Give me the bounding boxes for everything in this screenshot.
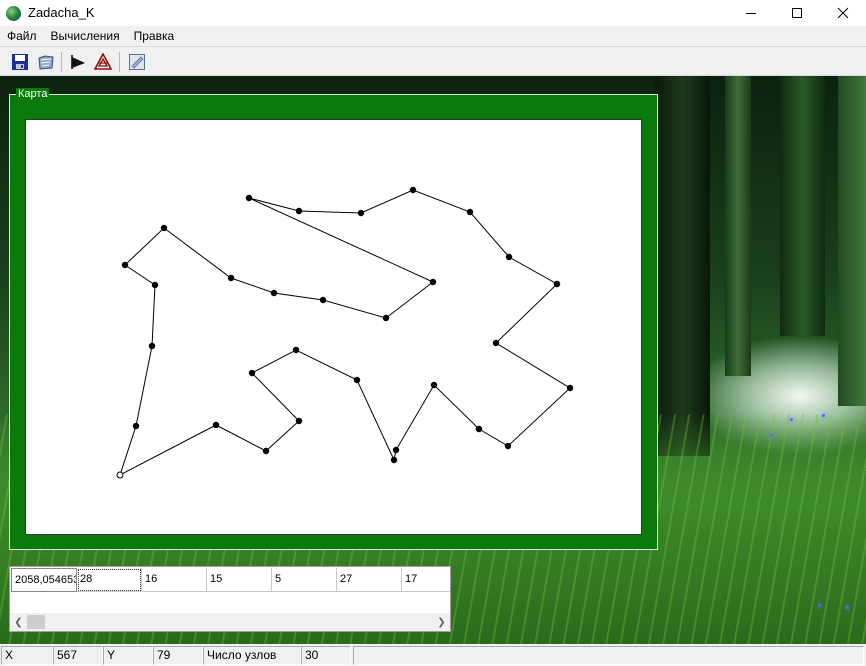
grid-cell[interactable]: 5 <box>272 568 337 592</box>
status-bar: X 567 Y 79 Число узлов 30 <box>0 644 866 666</box>
graph-node[interactable] <box>566 384 574 392</box>
clear-button[interactable] <box>126 51 148 73</box>
graph-node[interactable] <box>270 289 278 297</box>
route-line <box>119 189 571 477</box>
grid-cell[interactable]: 17 <box>402 568 450 592</box>
scroll-left-icon[interactable]: ❮ <box>10 613 27 631</box>
menu-edit[interactable]: Правка <box>127 26 182 46</box>
graph-node[interactable] <box>409 186 417 194</box>
graph-node[interactable] <box>504 442 512 450</box>
graph-node[interactable] <box>132 422 140 430</box>
menu-file[interactable]: Файл <box>0 26 44 46</box>
menu-bar: Файл Вычисления Правка <box>0 26 866 46</box>
map-panel: Карта <box>9 88 658 550</box>
graph-node[interactable] <box>390 456 398 464</box>
graph-node[interactable] <box>295 417 303 425</box>
grid-cell[interactable]: 27 <box>337 568 402 592</box>
grid-cell[interactable]: 28 <box>77 568 142 592</box>
firefly <box>818 604 821 607</box>
graph-node[interactable] <box>382 314 390 322</box>
graph-node[interactable] <box>475 425 483 433</box>
status-nodes-label: Число узлов <box>203 646 301 665</box>
minimize-button[interactable] <box>728 0 774 26</box>
graph-node[interactable] <box>292 346 300 354</box>
graph-node[interactable] <box>430 381 438 389</box>
maximize-icon <box>792 8 802 18</box>
toolbar-separator <box>61 52 62 72</box>
firefly <box>790 418 793 421</box>
graph-node[interactable] <box>295 207 303 215</box>
status-nodes-value: 30 <box>301 646 351 665</box>
graph-node[interactable] <box>212 421 220 429</box>
graph-node[interactable] <box>429 278 437 286</box>
open-icon <box>38 55 54 70</box>
workspace-background: Карта <box>0 76 866 644</box>
toolbar-separator <box>119 52 120 72</box>
status-x-value: 567 <box>53 646 103 665</box>
status-y-value: 79 <box>153 646 203 665</box>
tree-trunk <box>725 76 751 376</box>
app-globe-icon <box>6 6 21 21</box>
open-button[interactable] <box>35 51 57 73</box>
graph-node[interactable] <box>227 274 235 282</box>
graph-node[interactable] <box>353 376 361 384</box>
graph-node[interactable] <box>466 208 474 216</box>
close-button[interactable] <box>820 0 866 26</box>
graph-node[interactable] <box>248 369 256 377</box>
firefly <box>846 606 849 609</box>
horizontal-scrollbar[interactable]: ❮ ❯ <box>10 613 450 631</box>
status-x-label: X <box>1 646 53 665</box>
graph-node[interactable] <box>553 280 561 288</box>
graph-node[interactable] <box>357 209 365 217</box>
graph-node[interactable] <box>148 342 156 350</box>
close-icon <box>837 7 849 19</box>
graph-node[interactable] <box>151 281 159 289</box>
tree-trunk <box>838 76 866 406</box>
scroll-thumb[interactable] <box>27 615 45 629</box>
grid-cell-total[interactable]: 2058,054653 <box>11 568 77 592</box>
save-icon <box>12 54 28 70</box>
result-grid[interactable]: 2058,054653 28 16 15 5 27 17 ❮ ❯ <box>9 566 451 632</box>
firefly <box>822 414 825 417</box>
route-graph[interactable] <box>26 120 641 534</box>
status-y-label: Y <box>103 646 153 665</box>
graph-node[interactable] <box>262 447 270 455</box>
map-legend: Карта <box>16 88 50 100</box>
graph-node[interactable] <box>319 296 327 304</box>
graph-node[interactable] <box>121 261 129 269</box>
toolbar <box>0 46 866 76</box>
graph-node[interactable] <box>160 224 168 232</box>
graph-node[interactable] <box>505 253 513 261</box>
tree-trunk <box>655 76 710 456</box>
maximize-button[interactable] <box>774 0 820 26</box>
start-node[interactable] <box>116 471 124 479</box>
grid-cell[interactable]: 15 <box>207 568 272 592</box>
run-icon <box>71 55 85 69</box>
menu-calculations[interactable]: Вычисления <box>44 26 127 46</box>
save-button[interactable] <box>9 51 31 73</box>
window-title: Zadacha_K <box>28 5 95 20</box>
firefly <box>770 434 773 437</box>
algorithm-icon <box>94 53 112 70</box>
clear-icon <box>129 54 145 70</box>
map-canvas[interactable] <box>25 119 642 535</box>
tree-trunk <box>780 76 825 336</box>
grid-cell[interactable]: 16 <box>142 568 207 592</box>
status-empty-panel <box>353 646 864 665</box>
graph-node[interactable] <box>392 446 400 454</box>
scroll-right-icon[interactable]: ❯ <box>433 613 450 631</box>
graph-node[interactable] <box>245 194 253 202</box>
title-bar: Zadacha_K <box>0 0 866 26</box>
minimize-icon <box>746 13 756 14</box>
graph-node[interactable] <box>492 339 500 347</box>
algorithm-button[interactable] <box>92 51 114 73</box>
run-button[interactable] <box>67 51 89 73</box>
